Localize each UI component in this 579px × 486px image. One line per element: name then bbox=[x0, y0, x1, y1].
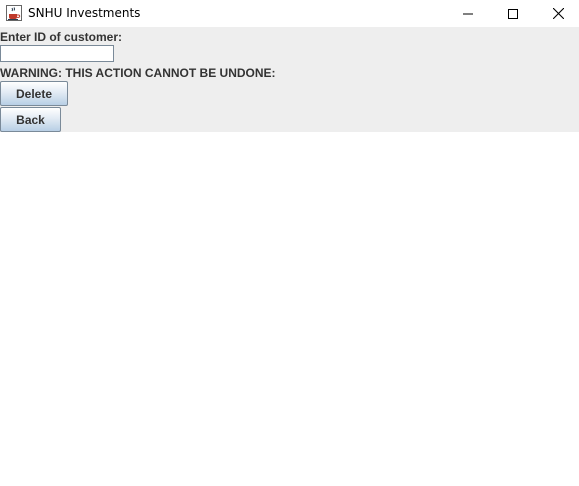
delete-button[interactable]: Delete bbox=[0, 81, 68, 106]
customer-id-input[interactable] bbox=[0, 45, 114, 62]
delete-customer-panel: Enter ID of customer: WARNING: THIS ACTI… bbox=[0, 27, 579, 132]
app-window: SNHU Investments Enter ID of customer: W… bbox=[0, 0, 579, 486]
back-button[interactable]: Back bbox=[0, 107, 61, 132]
title-bar[interactable]: SNHU Investments bbox=[0, 0, 579, 27]
window-title: SNHU Investments bbox=[28, 6, 141, 20]
warning-label: WARNING: THIS ACTION CANNOT BE UNDONE: bbox=[0, 66, 276, 80]
java-coffee-cup-icon bbox=[6, 5, 22, 21]
minimize-icon bbox=[463, 13, 473, 14]
close-button[interactable] bbox=[536, 0, 579, 27]
minimize-button[interactable] bbox=[446, 0, 490, 27]
maximize-icon bbox=[508, 8, 518, 19]
customer-id-label: Enter ID of customer: bbox=[0, 30, 123, 44]
maximize-button[interactable] bbox=[491, 0, 535, 27]
close-icon bbox=[552, 8, 564, 19]
